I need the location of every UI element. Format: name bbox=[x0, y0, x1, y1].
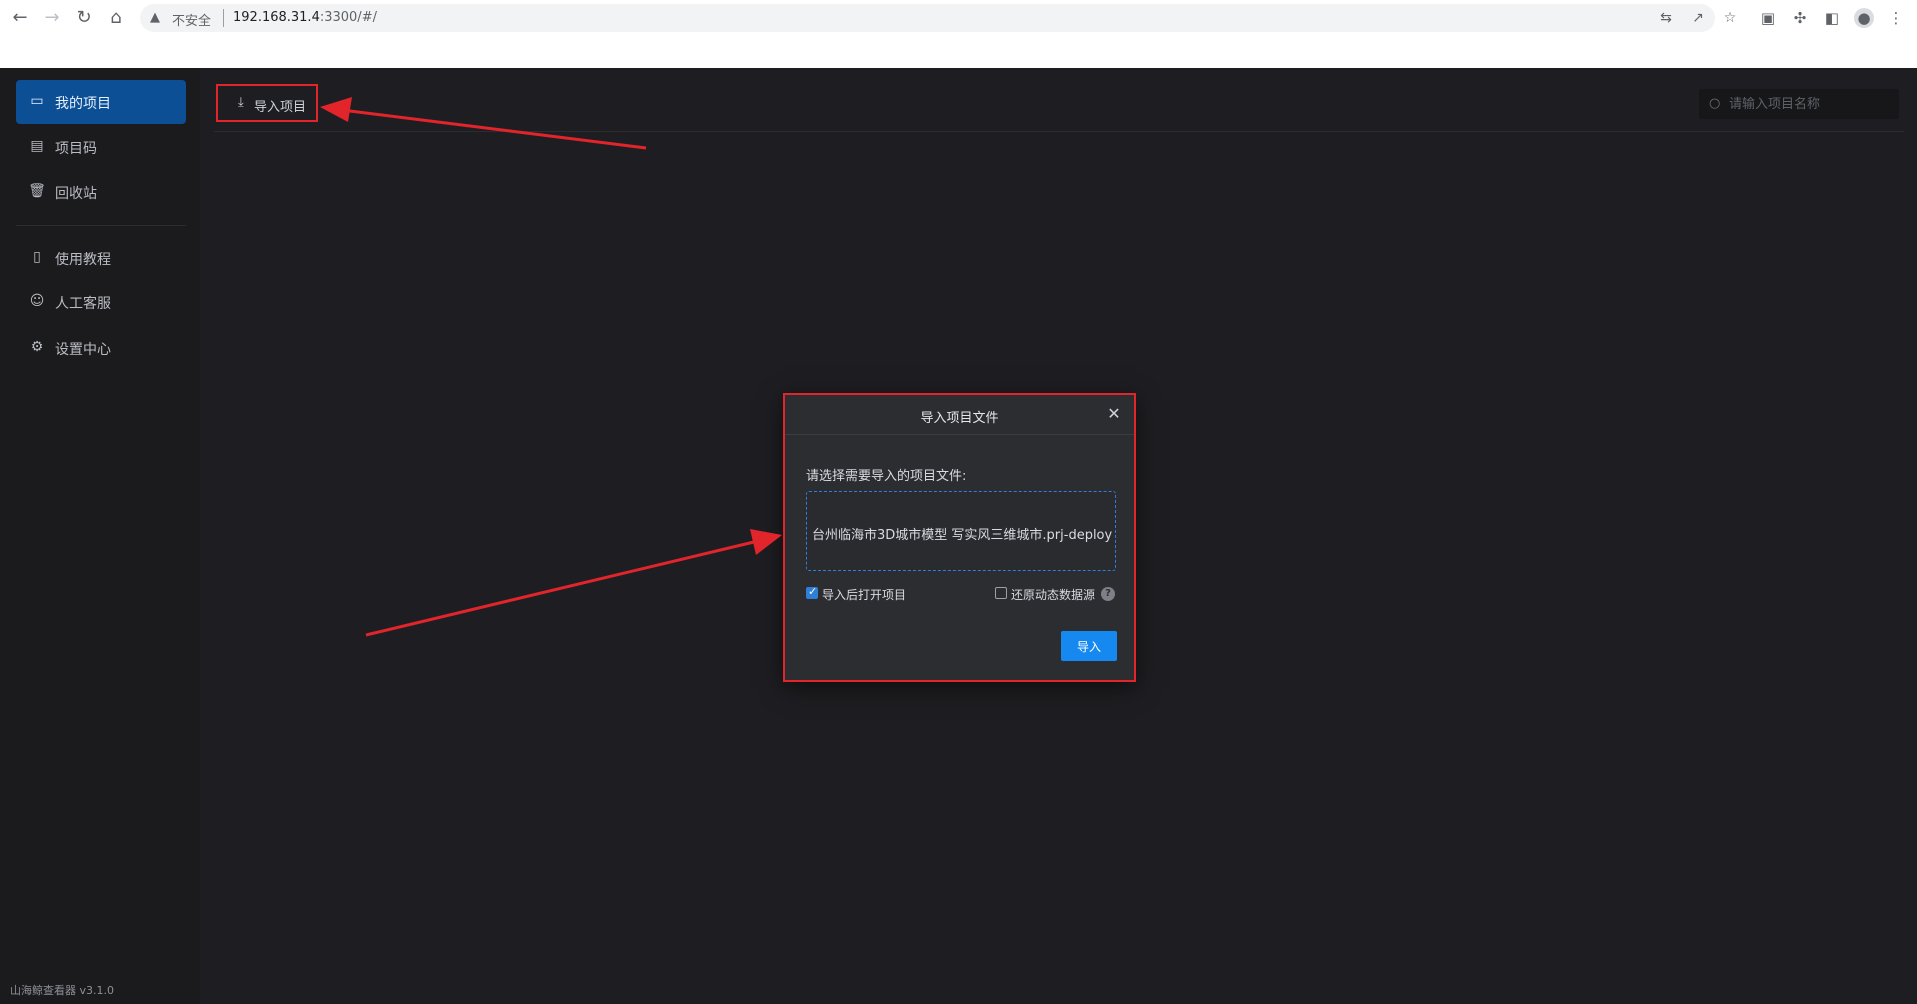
translate-icon[interactable]: ⇆ bbox=[1657, 9, 1675, 27]
home-icon[interactable]: ⌂ bbox=[104, 6, 128, 30]
sidebar-item-label: 人工客服 bbox=[55, 296, 111, 312]
url-path: :3300/#/ bbox=[319, 10, 377, 25]
import-submit-button[interactable]: 导入 bbox=[1061, 631, 1117, 661]
sidebar-item-settings[interactable]: ⚙ 设置中心 bbox=[16, 326, 186, 370]
extension-app-icon[interactable]: ▣ bbox=[1758, 8, 1778, 28]
checkbox-label: 还原动态数据源 bbox=[1011, 588, 1096, 602]
more-menu-icon[interactable]: ⋮ bbox=[1886, 8, 1906, 28]
share-icon[interactable]: ↗ bbox=[1689, 9, 1707, 27]
insecure-label[interactable]: 不安全 bbox=[172, 10, 211, 29]
import-project-label: 导入项目 bbox=[254, 100, 307, 115]
selected-file-name: 台州临海市3D城市模型 写实风三维城市.prj-deploy bbox=[812, 528, 1113, 543]
sidebar-item-tutorial[interactable]: ▯ 使用教程 bbox=[16, 236, 186, 280]
back-icon[interactable]: ← bbox=[8, 6, 32, 30]
reload-icon[interactable]: ↻ bbox=[72, 6, 96, 30]
sidebar-item-customer-service[interactable]: ☺ 人工客服 bbox=[16, 280, 186, 324]
sidebar-divider bbox=[16, 225, 186, 226]
sidebar-item-my-projects[interactable]: ▭ 我的项目 bbox=[16, 80, 186, 124]
forward-icon[interactable]: → bbox=[40, 6, 64, 30]
url-host: 192.168.31.4 bbox=[233, 10, 320, 25]
file-select-area[interactable]: 台州临海市3D城市模型 写实风三维城市.prj-deploy bbox=[806, 491, 1116, 571]
document-icon: ▤ bbox=[30, 138, 44, 154]
toolbar-divider bbox=[214, 131, 1904, 132]
user-icon: ☺ bbox=[29, 293, 45, 309]
sidebar-item-label: 使用教程 bbox=[55, 252, 111, 268]
address-divider bbox=[223, 9, 224, 27]
help-icon[interactable]: ? bbox=[1101, 587, 1115, 601]
checkbox-unchecked[interactable] bbox=[995, 587, 1007, 599]
browser-toolbar: ← → ↻ ⌂ ▲ 不安全 192.168.31.4:3300/#/ ⇆ ↗ ☆… bbox=[0, 0, 1917, 36]
puzzle-extensions-icon[interactable]: ✣ bbox=[1790, 8, 1810, 28]
version-label: 山海鲸查看器 v3.1.0 bbox=[10, 984, 114, 997]
trash-icon: 🗑 bbox=[28, 183, 46, 199]
monitor-icon: ▭ bbox=[30, 93, 44, 109]
sidebar-item-recycle-bin[interactable]: 🗑 回收站 bbox=[16, 170, 186, 214]
sidebar-item-label: 项目码 bbox=[55, 141, 97, 157]
dialog-title: 导入项目文件 bbox=[920, 411, 999, 426]
gear-icon: ⚙ bbox=[30, 339, 44, 355]
sidebar-item-label: 我的项目 bbox=[55, 96, 111, 112]
bookmark-star-icon[interactable]: ☆ bbox=[1721, 9, 1739, 27]
import-project-button[interactable]: ⤓ 导入项目 bbox=[216, 84, 318, 122]
book-icon: ▯ bbox=[33, 249, 41, 265]
restore-dynamic-source-checkbox[interactable]: 还原动态数据源 ? bbox=[995, 585, 1120, 602]
search-icon: ○ bbox=[1709, 96, 1721, 111]
download-icon: ⤓ bbox=[238, 95, 244, 110]
checkbox-label: 导入后打开项目 bbox=[822, 588, 907, 602]
side-panel-icon[interactable]: ◧ bbox=[1822, 8, 1842, 28]
profile-avatar-icon[interactable]: ● bbox=[1854, 8, 1874, 28]
checkbox-checked[interactable] bbox=[806, 585, 818, 599]
sidebar-item-project-code[interactable]: ▤ 项目码 bbox=[16, 125, 186, 169]
sidebar: ▭ 我的项目 ▤ 项目码 🗑 回收站 ▯ 使用教程 ☺ 人工客服 ⚙ 设置中心 … bbox=[0, 68, 200, 1004]
search-input[interactable] bbox=[1729, 93, 1889, 115]
url-text[interactable]: 192.168.31.4:3300/#/ bbox=[233, 10, 377, 25]
dialog-prompt: 请选择需要导入的项目文件: bbox=[806, 469, 967, 484]
address-bar[interactable]: ▲ 不安全 192.168.31.4:3300/#/ ⇆ ↗ ☆ bbox=[140, 4, 1736, 32]
sidebar-item-label: 设置中心 bbox=[55, 342, 111, 358]
open-after-import-checkbox[interactable]: 导入后打开项目 bbox=[806, 585, 946, 602]
project-search[interactable]: ○ bbox=[1699, 89, 1899, 119]
dialog-header: 导入项目文件 ✕ bbox=[785, 395, 1134, 435]
close-icon[interactable]: ✕ bbox=[1104, 404, 1124, 424]
warning-icon[interactable]: ▲ bbox=[150, 10, 160, 25]
import-project-dialog: 导入项目文件 ✕ 请选择需要导入的项目文件: 台州临海市3D城市模型 写实风三维… bbox=[783, 393, 1136, 682]
sidebar-item-label: 回收站 bbox=[55, 186, 97, 202]
